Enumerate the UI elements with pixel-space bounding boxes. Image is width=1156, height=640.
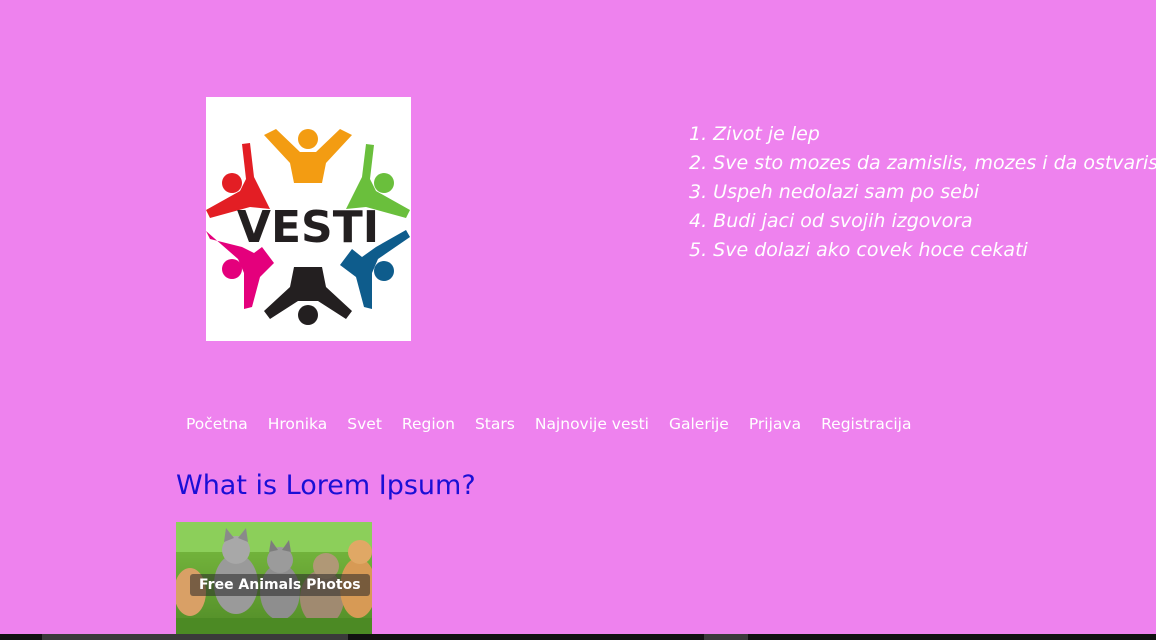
article-title[interactable]: What is Lorem Ipsum? bbox=[176, 470, 476, 501]
quote-item: 2. Sve sto mozes da zamislis, mozes i da… bbox=[689, 152, 1156, 174]
quotes-list: 1. Zivot je lep 2. Sve sto mozes da zami… bbox=[689, 120, 1156, 265]
nav-item-svet[interactable]: Svet bbox=[337, 412, 392, 436]
nav-item-hronika[interactable]: Hronika bbox=[258, 412, 338, 436]
logo-text: VESTI bbox=[237, 202, 379, 253]
nav-item-pocetna[interactable]: Početna bbox=[176, 412, 258, 436]
quote-item: 4. Budi jaci od svojih izgovora bbox=[689, 210, 973, 232]
nav-item-stars[interactable]: Stars bbox=[465, 412, 525, 436]
nav-item-prijava[interactable]: Prijava bbox=[739, 412, 811, 436]
main-nav: Početna Hronika Svet Region Stars Najnov… bbox=[176, 412, 922, 436]
horizontal-scrollbar[interactable] bbox=[0, 634, 1156, 640]
quote-item: 3. Uspeh nedolazi sam po sebi bbox=[689, 181, 980, 203]
image-caption: Free Animals Photos bbox=[190, 574, 370, 596]
quote-item: 1. Zivot je lep bbox=[689, 123, 820, 145]
scrollbar-thumb[interactable] bbox=[704, 634, 748, 640]
quote-item: 5. Sve dolazi ako covek hoce cekati bbox=[689, 239, 1028, 261]
nav-item-galerije[interactable]: Galerije bbox=[659, 412, 739, 436]
nav-item-najnovije-vesti[interactable]: Najnovije vesti bbox=[525, 412, 659, 436]
scrollbar-thumb[interactable] bbox=[42, 634, 348, 640]
article-image[interactable]: Free Animals Photos bbox=[176, 522, 372, 636]
vesti-logo[interactable]: VESTI bbox=[206, 97, 411, 341]
nav-item-registracija[interactable]: Registracija bbox=[811, 412, 921, 436]
nav-item-region[interactable]: Region bbox=[392, 412, 465, 436]
